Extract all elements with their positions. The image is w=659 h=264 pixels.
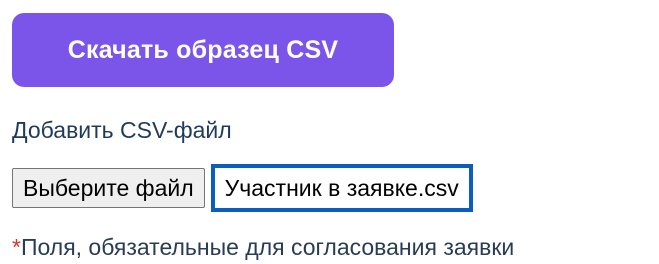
add-csv-file-label: Добавить CSV-файл <box>12 117 232 143</box>
required-fields-note: *Поля, обязательные для согласования зая… <box>12 234 514 261</box>
required-asterisk: * <box>12 234 21 260</box>
selected-file-name[interactable]: Участник в заявке.csv <box>210 164 473 212</box>
required-fields-text: Поля, обязательные для согласования заяв… <box>20 234 515 260</box>
choose-file-button[interactable]: Выберите файл <box>12 168 205 208</box>
download-sample-csv-button[interactable]: Скачать образец CSV <box>12 13 394 87</box>
csv-upload-form: Скачать образец CSV Добавить CSV-файл Вы… <box>0 0 659 264</box>
file-input[interactable]: Выберите файл Участник в заявке.csv <box>12 164 473 212</box>
